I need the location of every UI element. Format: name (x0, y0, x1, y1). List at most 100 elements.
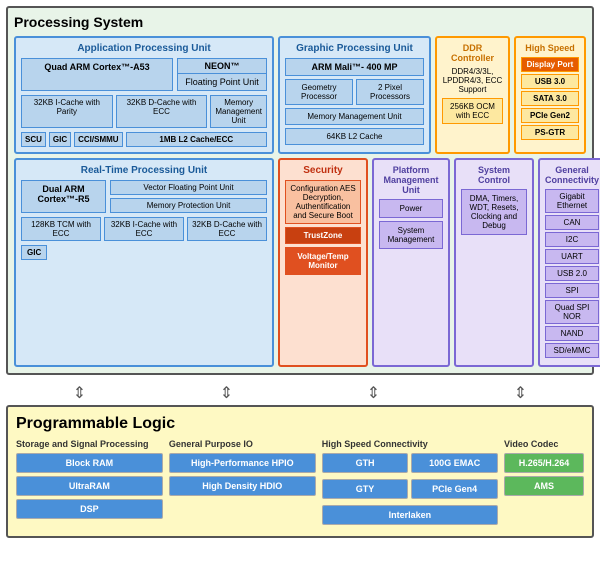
hs-box: High Speed Display Port USB 3.0 SATA 3.0… (514, 36, 586, 154)
pl-vc-title: Video Codec (504, 439, 584, 449)
pl-pcie-gen4: PCIe Gen4 (411, 479, 498, 499)
neon-label: NEON™ (178, 59, 266, 74)
sc-box: System Control DMA, Timers, WDT, Resets,… (454, 158, 534, 367)
gpu-title: Graphic Processing Unit (285, 43, 424, 54)
pl-hs-row1: GTH 100G EMAC (322, 453, 498, 476)
hs-usb30: USB 3.0 (521, 74, 579, 89)
gpu-mmu: Memory Management Unit (285, 108, 424, 125)
scu-box: SCU (21, 132, 46, 147)
pl-storage-title: Storage and Signal Processing (16, 439, 163, 449)
gc-title: General Connectivity (545, 165, 599, 185)
pl-hs-col: High Speed Connectivity GTH 100G EMAC GT… (322, 439, 498, 528)
rpu-title: Real-Time Processing Unit (21, 165, 267, 176)
ps-top-row: Application Processing Unit Quad ARM Cor… (14, 36, 586, 154)
security-title: Security (285, 165, 361, 176)
fpu-label: Floating Point Unit (178, 74, 266, 90)
pl-block-ram: Block RAM (16, 453, 163, 473)
arrow-3: ⇕ (367, 383, 380, 403)
gc-sd-emmc: SD/eMMC (545, 343, 599, 358)
gc-i2c: I2C (545, 232, 599, 247)
security-aes: Configuration AES Decryption, Authentifi… (285, 180, 361, 224)
gpu-arm: ARM Mali™- 400 MP (285, 58, 424, 76)
pl-h265-h264: H.265/H.264 (504, 453, 584, 473)
pl-storage-col: Storage and Signal Processing Block RAM … (16, 439, 163, 528)
security-box: Security Configuration AES Decryption, A… (278, 158, 368, 367)
mmu-box: Memory Management Unit (210, 95, 267, 128)
cortex-box: Quad ARM Cortex™-A53 (21, 58, 173, 91)
rpu-dcache: 32KB D-Cache with ECC (187, 217, 267, 241)
pmu-system: System Management (379, 221, 443, 249)
gc-box: General Connectivity Gigabit Ethernet CA… (538, 158, 600, 367)
arrow-2: ⇕ (220, 383, 233, 403)
ddr-box: DDR Controller DDR4/3/3L, LPDDR4/3, ECC … (435, 36, 510, 154)
pl-gp-title: General Purpose IO (169, 439, 316, 449)
arrow-1: ⇕ (73, 383, 86, 403)
gic-box: GIC (49, 132, 71, 147)
arrows-row: ⇕ ⇕ ⇕ ⇕ (6, 381, 594, 405)
hs-title: High Speed (521, 43, 579, 53)
pl-100g-emac: 100G EMAC (411, 453, 498, 473)
gc-quad-spi: Quad SPI NOR (545, 300, 599, 324)
gpu-row: Geometry Processor 2 Pixel Processors (285, 79, 424, 105)
ddr-content: DDR4/3/3L, LPDDR4/3, ECC Support (442, 67, 503, 94)
ccismmu-box: CCI/SMMU (74, 132, 122, 147)
processing-system-title: Processing System (14, 14, 586, 30)
rpu-row2: 128KB TCM with ECC 32KB I-Cache with ECC… (21, 217, 267, 241)
pmu-title: Platform Management Unit (379, 165, 443, 195)
hs-psgtr: PS-GTR (521, 125, 579, 140)
pl-hs-row2: GTY PCIe Gen4 (322, 479, 498, 502)
neon-fpu-box: NEON™ Floating Point Unit (177, 58, 267, 91)
gpu-l2cache: 64KB L2 Cache (285, 128, 424, 145)
pl-hdio: High Density HDIO (169, 476, 316, 496)
rpu-gic: GIC (21, 245, 47, 260)
pl-ultraram: UltraRAM (16, 476, 163, 496)
l2cache-box: 1MB L2 Cache/ECC (126, 132, 267, 147)
pl-hpio: High-Performance HPIO (169, 453, 316, 473)
pl-ams: AMS (504, 476, 584, 496)
mpu-box: Memory Protection Unit (110, 198, 267, 213)
pl-gp-col: General Purpose IO High-Performance HPIO… (169, 439, 316, 528)
gpu-box: Graphic Processing Unit ARM Mali™- 400 M… (278, 36, 431, 154)
sc-title: System Control (461, 165, 527, 185)
pl-title: Programmable Logic (16, 415, 584, 433)
rpu-row1: Dual ARM Cortex™-R5 Vector Floating Poin… (21, 180, 267, 213)
rpu-icache: 32KB I-Cache with ECC (104, 217, 184, 241)
processing-system: Processing System Application Processing… (6, 6, 594, 375)
pmu-power: Power (379, 199, 443, 218)
gc-can: CAN (545, 215, 599, 230)
pl-dsp: DSP (16, 499, 163, 519)
ddr-title: DDR Controller (442, 43, 503, 63)
hs-pcie-gen2: PCIe Gen2 (521, 108, 579, 123)
sc-content: DMA, Timers, WDT, Resets, Clocking and D… (461, 189, 527, 235)
gc-usb20: USB 2.0 (545, 266, 599, 281)
rpu-tcm: 128KB TCM with ECC (21, 217, 101, 241)
hs-display-port: Display Port (521, 57, 579, 72)
arrow-4: ⇕ (514, 383, 527, 403)
ddr-ocm: 256KB OCM with ECC (442, 98, 503, 124)
pl-container: Programmable Logic Storage and Signal Pr… (6, 405, 594, 538)
main-container: Processing System Application Processing… (0, 0, 600, 544)
apu-row1: Quad ARM Cortex™-A53 NEON™ Floating Poin… (21, 58, 267, 91)
pl-interlaken: Interlaken (322, 505, 498, 525)
gc-spi: SPI (545, 283, 599, 298)
pmu-box: Platform Management Unit Power System Ma… (372, 158, 450, 367)
pl-vc-col: Video Codec H.265/H.264 AMS (504, 439, 584, 528)
ps-bottom-row: Real-Time Processing Unit Dual ARM Corte… (14, 158, 586, 367)
rpu-cortex: Dual ARM Cortex™-R5 (21, 180, 106, 213)
gc-uart: UART (545, 249, 599, 264)
rpu-box: Real-Time Processing Unit Dual ARM Corte… (14, 158, 274, 367)
dcache-box: 32KB D-Cache with ECC (116, 95, 208, 128)
pl-gth: GTH (322, 453, 409, 473)
apu-row2: 32KB I-Cache with Parity 32KB D-Cache wi… (21, 95, 267, 128)
security-tz: TrustZone (285, 227, 361, 244)
gpu-pixel: 2 Pixel Processors (356, 79, 424, 105)
gpu-geometry: Geometry Processor (285, 79, 353, 105)
gc-gigabit: Gigabit Ethernet (545, 189, 599, 213)
pl-hs-title: High Speed Connectivity (322, 439, 498, 449)
pl-gty: GTY (322, 479, 409, 499)
apu-title: Application Processing Unit (21, 43, 267, 54)
icache-box: 32KB I-Cache with Parity (21, 95, 113, 128)
pl-columns: Storage and Signal Processing Block RAM … (16, 439, 584, 528)
apu-row3: SCU GIC CCI/SMMU 1MB L2 Cache/ECC (21, 132, 267, 147)
gc-nand: NAND (545, 326, 599, 341)
